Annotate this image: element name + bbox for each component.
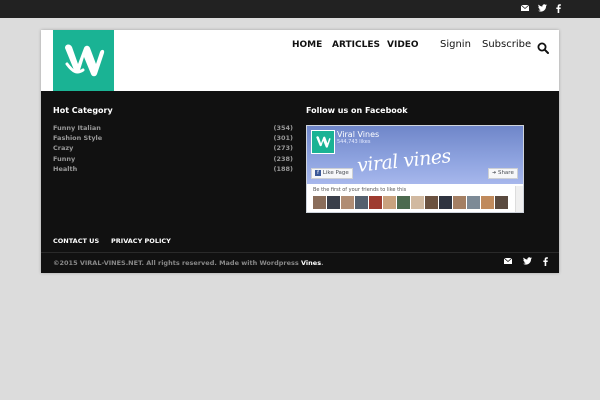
facebook-cover[interactable]: Viral Vines 544,743 likes viral vines f … [307, 126, 523, 184]
share-button[interactable]: ➜ Share [488, 168, 518, 179]
category-name: Funny [53, 155, 76, 163]
copyright-suffix: . [321, 259, 324, 267]
category-name: Funny Italian [53, 124, 101, 132]
facebook-likes-count: 544,743 likes [337, 139, 371, 145]
page-container: HOME ARTICLES VIDEO Signin Subscribe Hot… [41, 30, 559, 273]
twitter-icon[interactable] [522, 257, 532, 267]
copyright-prefix: ©2015 VIRAL-VINES.NET. All rights reserv… [53, 259, 299, 267]
avatar[interactable] [355, 196, 368, 209]
like-page-label: Like Page [322, 170, 349, 176]
category-count: (354) [273, 124, 293, 132]
category-count: (273) [273, 144, 293, 152]
nav-articles[interactable]: ARTICLES [332, 40, 380, 50]
contact-us-link[interactable]: CONTACT US [53, 237, 99, 245]
signin-link[interactable]: Signin [440, 39, 471, 50]
envelope-icon[interactable] [520, 4, 530, 14]
envelope-icon[interactable] [503, 257, 513, 267]
category-item[interactable]: Crazy (273) [53, 144, 293, 154]
avatar[interactable] [327, 196, 340, 209]
avatar[interactable] [383, 196, 396, 209]
nav-video[interactable]: VIDEO [387, 40, 419, 50]
category-item[interactable]: Funny (238) [53, 155, 293, 165]
top-bar [0, 0, 600, 18]
category-item[interactable]: Fashion Style (301) [53, 134, 293, 144]
avatar[interactable] [369, 196, 382, 209]
facebook-page-widget[interactable]: Viral Vines 544,743 likes viral vines f … [306, 125, 524, 213]
facebook-icon[interactable] [540, 257, 550, 267]
category-name: Crazy [53, 144, 74, 152]
category-item[interactable]: Health (188) [53, 165, 293, 175]
twitter-icon[interactable] [537, 4, 547, 14]
avatar[interactable] [341, 196, 354, 209]
privacy-policy-link[interactable]: PRIVACY POLICY [111, 237, 171, 245]
category-count: (301) [273, 134, 293, 142]
search-icon[interactable] [537, 39, 549, 54]
category-count: (188) [273, 165, 293, 173]
site-header: HOME ARTICLES VIDEO Signin Subscribe [41, 30, 559, 91]
site-footer: Hot Category Funny Italian (354) Fashion… [41, 91, 559, 273]
facebook-f-icon: f [315, 169, 321, 176]
nav-home[interactable]: HOME [292, 40, 322, 50]
subscribe-link[interactable]: Subscribe [482, 39, 531, 50]
facebook-heading: Follow us on Facebook [306, 106, 408, 115]
widget-scrollbar[interactable] [515, 186, 523, 212]
avatar[interactable] [397, 196, 410, 209]
avatar[interactable] [411, 196, 424, 209]
viral-vines-logo[interactable] [53, 30, 114, 91]
avatar[interactable] [453, 196, 466, 209]
category-count: (238) [273, 155, 293, 163]
category-name: Health [53, 165, 78, 173]
copyright-text: ©2015 VIRAL-VINES.NET. All rights reserv… [53, 259, 324, 267]
hot-category-heading: Hot Category [53, 106, 113, 115]
like-page-button[interactable]: f Like Page [311, 168, 353, 179]
facebook-page-logo[interactable] [311, 130, 335, 154]
avatar[interactable] [481, 196, 494, 209]
copyright-brand-link[interactable]: Vines [301, 259, 321, 267]
avatar[interactable] [467, 196, 480, 209]
avatar[interactable] [495, 196, 508, 209]
facebook-friends-text: Be the first of your friends to like thi… [313, 187, 407, 193]
footer-divider [41, 252, 559, 253]
facebook-page-name[interactable]: Viral Vines [337, 130, 379, 139]
avatar[interactable] [425, 196, 438, 209]
facebook-cover-text: viral vines [356, 145, 452, 177]
category-item[interactable]: Funny Italian (354) [53, 124, 293, 134]
facebook-icon[interactable] [553, 4, 563, 14]
avatar[interactable] [439, 196, 452, 209]
category-name: Fashion Style [53, 134, 103, 142]
avatar[interactable] [313, 196, 326, 209]
share-icon: ➜ [492, 170, 497, 176]
share-label: Share [497, 170, 514, 176]
